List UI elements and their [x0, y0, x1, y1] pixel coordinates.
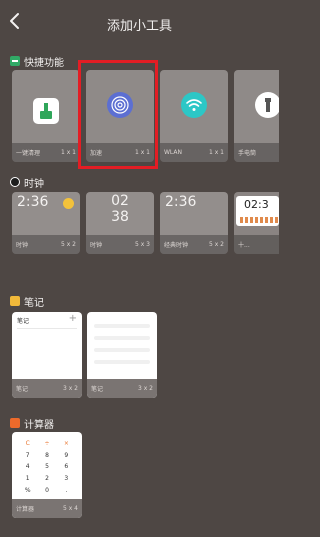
note-line	[94, 336, 150, 340]
widget-tile-wlan[interactable]: WLAN 1 x 1	[160, 70, 228, 162]
widget-tile-cleanup[interactable]: 一键清理 1 x 1	[12, 70, 80, 162]
section-title-clock: 时钟	[24, 178, 44, 190]
tile-size: 3 x 2	[63, 385, 78, 392]
calc-key: ÷	[44, 440, 50, 448]
flashlight-icon	[255, 92, 279, 118]
note-header: 笔记	[17, 318, 30, 325]
clock-section-icon	[10, 177, 20, 187]
calc-key: 7	[25, 451, 30, 459]
widget-tile-flashlight[interactable]: 手电筒	[234, 70, 279, 162]
weather-sun-icon	[63, 198, 74, 209]
clock-preview-card: 02:3	[236, 196, 279, 226]
calc-key: 5	[45, 463, 49, 471]
tile-name: 计算器	[16, 506, 35, 513]
widget-tile-notes-1[interactable]: 笔记 + 笔记 3 x 2	[12, 312, 82, 398]
clock-time: 02:3	[244, 198, 269, 211]
section-title-notes: 笔记	[24, 297, 44, 309]
clock-time: 2:36	[165, 194, 197, 210]
highlight-box	[78, 60, 158, 169]
tile-size: 1 x 1	[61, 149, 76, 156]
tile-size: 5 x 2	[209, 241, 224, 248]
broom-icon	[33, 98, 59, 124]
section-title-calc: 计算器	[24, 419, 54, 431]
note-line	[94, 348, 150, 352]
tile-size: 5 x 3	[135, 241, 150, 248]
tile-name: 时钟	[16, 242, 29, 249]
page-title: 添加小工具	[106, 19, 172, 34]
calc-key: 3	[64, 475, 69, 483]
calc-key: C	[25, 440, 30, 448]
calc-key: %	[24, 486, 31, 494]
tile-name: 笔记	[16, 386, 29, 393]
tile-name: 手电筒	[238, 150, 257, 157]
tile-name: 经典时钟	[164, 242, 189, 249]
section-header-calc: 计算器	[10, 416, 54, 431]
notes-section-icon	[10, 296, 20, 306]
note-line	[94, 324, 150, 328]
widget-tile-calculator[interactable]: C ÷ × 7 8 9 4 5 6 1 2 3 % 0 . 计算器 5 x 4	[12, 432, 82, 518]
calendar-strip	[240, 217, 279, 223]
section-header-quick: 快捷功能	[10, 54, 64, 69]
calc-key: 4	[25, 463, 30, 471]
clock-hour: 02	[111, 193, 129, 209]
add-icon: +	[68, 313, 77, 324]
calc-key: 2	[45, 475, 49, 483]
clock-minute: 38	[111, 209, 129, 225]
tile-size: 5 x 4	[63, 505, 78, 512]
calc-key: 1	[25, 475, 30, 483]
tile-size: 1 x 1	[209, 149, 224, 156]
tile-size: 3 x 2	[138, 385, 153, 392]
calculator-keypad: C ÷ × 7 8 9 4 5 6 1 2 3 % 0 .	[18, 438, 76, 496]
clock-time: 2:36	[17, 194, 49, 210]
widget-tile-classic-clock[interactable]: 2:36 经典时钟 5 x 2	[160, 192, 228, 254]
note-divider	[17, 328, 77, 329]
note-line	[94, 360, 150, 364]
tile-size: 5 x 2	[61, 241, 76, 248]
widget-tile-clock[interactable]: 2:36 时钟 5 x 2	[12, 192, 80, 254]
quick-section-icon	[10, 56, 20, 66]
tile-name: 一键清理	[16, 150, 41, 157]
tile-name: 时钟	[90, 242, 103, 249]
calculator-section-icon	[10, 418, 20, 428]
tile-name: 笔记	[91, 386, 104, 393]
section-title-quick: 快捷功能	[24, 57, 64, 69]
calc-key: 8	[45, 451, 49, 459]
calc-key: ×	[63, 440, 69, 448]
widget-tile-notes-2[interactable]: 笔记 3 x 2	[87, 312, 157, 398]
calc-key: 9	[64, 451, 69, 459]
calc-key: 6	[64, 463, 69, 471]
section-header-clock: 时钟	[10, 175, 44, 190]
wifi-icon	[181, 92, 207, 118]
tile-name: 十...	[238, 242, 250, 249]
calc-key: 0	[45, 486, 49, 494]
tile-name: WLAN	[164, 149, 183, 156]
widget-tile-clock-partial[interactable]: 02:3 十...	[234, 192, 279, 254]
section-header-notes: 笔记	[10, 294, 44, 309]
widget-tile-clock-vertical[interactable]: 02 38 时钟 5 x 3	[86, 192, 154, 254]
calc-key: .	[65, 486, 68, 494]
